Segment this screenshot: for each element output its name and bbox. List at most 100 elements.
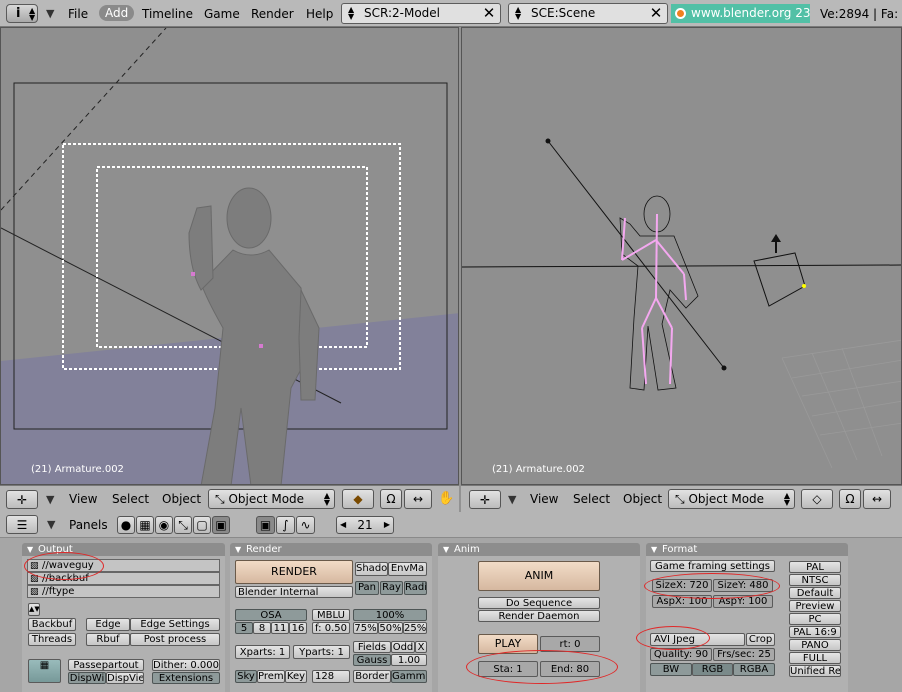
menu-render[interactable]: Render [251,7,294,21]
motion-blur-factor[interactable]: f: 0.50 [312,622,350,634]
post-process-button[interactable]: Post process [130,633,220,646]
view-menu[interactable]: View [530,492,558,506]
size-25-percent[interactable]: 25% [403,622,427,634]
preset-default[interactable]: Default [789,587,841,599]
menu-game[interactable]: Game [204,7,240,21]
panel-title[interactable]: ▼ Anim [438,543,640,556]
perspective-viewport[interactable]: (21) Armature.002 [461,27,902,485]
view-type-button[interactable]: ✛ [6,490,38,509]
blender-url-banner[interactable]: www.blender.org 237 [671,4,810,23]
yparts-field[interactable]: Yparts: 1 [293,645,350,659]
scene-context-icon[interactable]: ▣ [212,516,230,534]
preset-pano[interactable]: PANO [789,639,841,651]
menu-help[interactable]: Help [306,7,333,21]
info-window-type-button[interactable]: i ▲ ▼ [6,4,38,23]
mode-selector[interactable]: ⤡ Object Mode ▲ ▼ [668,489,795,509]
menu-file[interactable]: File [68,7,88,21]
manipulator-button[interactable]: ↔ [863,489,891,509]
size-50-percent[interactable]: 50% [378,622,403,634]
render-daemon-toggle[interactable]: Render Daemon [478,610,600,622]
preset-pc[interactable]: PC [789,613,841,625]
fps-field[interactable]: Frs/sec: 25 [713,648,775,661]
key-toggle[interactable]: Key [285,670,307,683]
object-menu[interactable]: Object [162,492,201,506]
object-context-icon[interactable]: ⤡ [174,516,192,534]
render-subcontext-icon[interactable]: ▣ [256,516,275,534]
menu-timeline[interactable]: Timeline [142,7,193,21]
osa-toggle[interactable]: OSA [235,609,307,621]
rgb-toggle[interactable]: RGB [692,663,733,676]
fields-toggle[interactable]: Fields [353,641,391,653]
gauss-toggle[interactable]: Gauss [353,654,391,666]
render-button[interactable]: RENDER [235,560,353,584]
logic-context-icon[interactable]: ● [117,516,135,534]
shadow-toggle[interactable]: Shado [355,562,388,576]
radio-toggle[interactable]: Radi [404,581,427,595]
panel-title[interactable]: ▼ Format [646,543,848,556]
select-menu[interactable]: Select [573,492,610,506]
crop-toggle[interactable]: Crop [746,633,775,646]
manipulator-button[interactable]: ↔ [404,489,432,509]
passepartout-toggle[interactable]: Passepartout [68,659,144,671]
preset-ntsc[interactable]: NTSC [789,574,841,586]
close-screen-icon[interactable]: ✕ [481,4,497,22]
pano-toggle[interactable]: Pan [355,581,379,595]
sky-toggle[interactable]: Sky [235,670,257,683]
odd-toggle[interactable]: Odd [391,641,415,653]
render-engine-select[interactable]: Blender Internal [235,586,353,598]
decrement-arrow-icon[interactable]: ◀ [340,517,346,533]
dither-field[interactable]: Dither: 0.000 [152,659,220,671]
ray-toggle[interactable]: Ray [380,581,403,595]
osa-level-5[interactable]: 5 [235,622,253,634]
collapse-menu-triangle-icon[interactable]: ▼ [47,518,55,531]
osa-level-11[interactable]: 11 [271,622,289,634]
collapse-menu-triangle-icon[interactable]: ▼ [46,7,54,20]
panels-menu[interactable]: Panels [69,518,108,532]
dispview-toggle[interactable]: DispVie [106,672,144,684]
size-100-percent[interactable]: 100% [353,609,427,621]
camera-viewport[interactable]: (21) Armature.002 [0,27,459,485]
extensions-toggle[interactable]: Extensions [152,672,220,684]
increment-arrow-icon[interactable]: ▶ [384,517,390,533]
sound-subcontext-icon[interactable]: ∿ [296,516,315,534]
edge-settings-button[interactable]: Edge Settings [130,618,220,631]
motion-blur-toggle[interactable]: MBLU [312,609,350,621]
screen-selector[interactable]: ▲ ▼ SCR:2-Model ✕ [341,3,501,24]
preset-unified-render[interactable]: Unified Re [789,665,841,677]
hand-grab-icon[interactable]: ✋ [438,491,454,506]
threads-toggle[interactable]: Threads [28,633,76,646]
object-menu[interactable]: Object [623,492,662,506]
pivot-button[interactable]: Ω [839,489,861,509]
view-menu[interactable]: View [69,492,97,506]
size-75-percent[interactable]: 75% [353,622,378,634]
anim-subcontext-icon[interactable]: ∫ [276,516,295,534]
envmap-toggle[interactable]: EnvMa [388,562,427,576]
edge-toggle[interactable]: Edge [86,618,130,631]
rbuf-toggle[interactable]: Rbuf [86,633,130,646]
mode-selector[interactable]: ⤡ Object Mode ▲ ▼ [208,489,335,509]
border-toggle[interactable]: Border [353,670,391,683]
quality-field[interactable]: Quality: 90 [650,648,712,661]
dispwin-toggle[interactable]: DispWi [68,672,106,684]
premul-toggle[interactable]: Premu [257,670,285,683]
current-frame-field[interactable]: ◀ 21 ▶ [336,516,394,534]
osa-level-16[interactable]: 16 [289,622,307,634]
collapse-menu-triangle-icon[interactable]: ▼ [46,493,54,506]
select-menu[interactable]: Select [112,492,149,506]
x-toggle[interactable]: X [415,641,427,653]
editing-context-icon[interactable]: ▢ [193,516,211,534]
shading-context-icon[interactable]: ◉ [155,516,173,534]
panel-title[interactable]: ▼ Render [230,543,432,556]
bw-toggle[interactable]: BW [650,663,692,676]
game-framing-button[interactable]: Game framing settings [650,560,775,572]
backbuf-toggle[interactable]: Backbuf [28,618,76,631]
do-sequence-toggle[interactable]: Do Sequence [478,597,600,609]
collapse-menu-triangle-icon[interactable]: ▼ [508,493,516,506]
gamma-toggle[interactable]: Gamma [391,670,427,683]
xparts-field[interactable]: Xparts: 1 [235,645,290,659]
ftype-path[interactable]: ▧//ftype [27,585,220,598]
scene-selector[interactable]: ▲ ▼ SCE:Scene ✕ [508,3,668,24]
preset-pal-16-9[interactable]: PAL 16:9 [789,626,841,638]
preset-preview[interactable]: Preview [789,600,841,612]
menu-add[interactable]: Add [99,5,135,21]
